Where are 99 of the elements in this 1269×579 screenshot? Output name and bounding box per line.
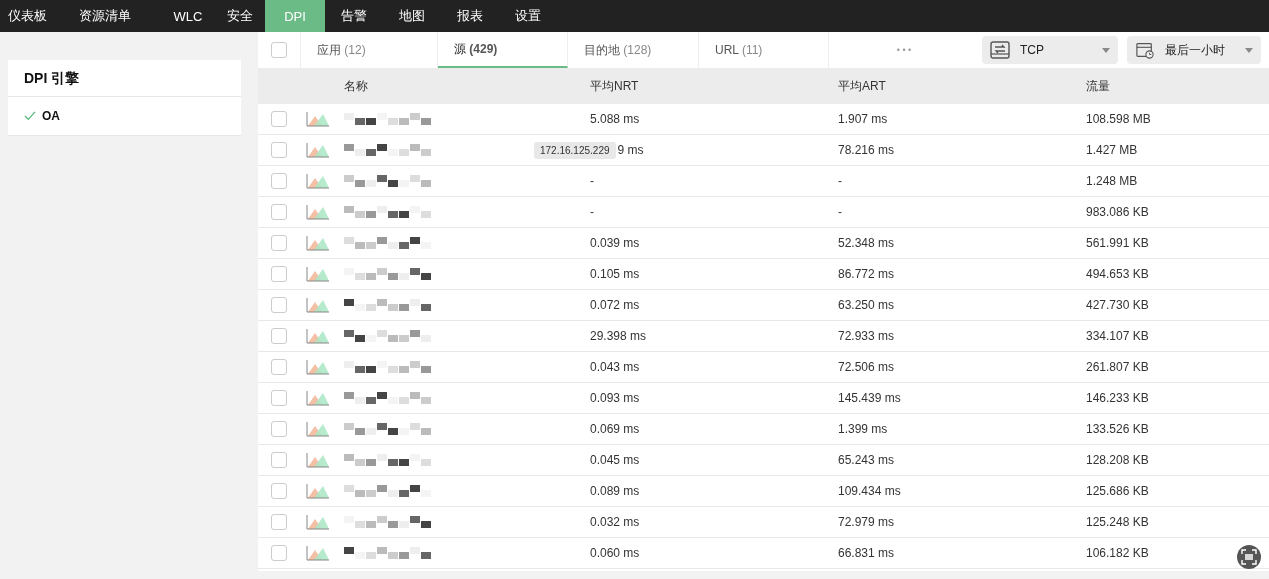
tab[interactable]: 源 (429) [438, 32, 568, 68]
address-tooltip: 172.16.125.229 [534, 141, 616, 159]
row-checkbox[interactable] [271, 514, 287, 530]
row-checkbox[interactable] [271, 297, 287, 313]
table-cell: 427.730 KB [1086, 298, 1149, 312]
table-cell: 109.434 ms [838, 484, 901, 498]
row-checkbox[interactable] [271, 266, 287, 282]
table-cell: 72.506 ms [838, 360, 895, 374]
column-header[interactable]: 平均ART [838, 78, 886, 93]
area-chart-icon [306, 483, 330, 499]
table-cell: 108.598 MB [1086, 112, 1151, 126]
table-cell: 983.086 KB [1086, 205, 1149, 219]
area-chart-icon [306, 390, 330, 406]
area-chart-icon [306, 452, 330, 468]
table-cell: 334.107 KB [1086, 329, 1149, 343]
calendar-clock-icon [1135, 41, 1155, 59]
table-cell: 125.248 KB [1086, 515, 1149, 529]
table-cell: 63.250 ms [838, 298, 895, 312]
table-cell: 0.069 ms [590, 422, 640, 436]
nav-tab[interactable]: 报表 [445, 0, 495, 32]
table-cell: 146.233 KB [1086, 391, 1149, 405]
row-checkbox[interactable] [271, 204, 287, 220]
table-cell: - [590, 174, 594, 188]
table-cell: 0.105 ms [590, 267, 640, 281]
table-cell: 0.060 ms [590, 546, 640, 560]
table-cell: 0.089 ms [590, 484, 640, 498]
area-chart-icon [306, 297, 330, 313]
nav-tab[interactable]: 地图 [387, 0, 437, 32]
table-cell: 66.831 ms [838, 546, 895, 560]
table-cell: 0.032 ms [590, 515, 640, 529]
nav-tab[interactable]: WLC [163, 0, 213, 32]
table-cell: 561.991 KB [1086, 236, 1149, 250]
table-cell: 0.072 ms [590, 298, 640, 312]
table-cell: 494.653 KB [1086, 267, 1149, 281]
nav-tab[interactable]: 告警 [329, 0, 379, 32]
table-cell: 1.399 ms [838, 422, 888, 436]
area-chart-icon [306, 204, 330, 220]
row-checkbox[interactable] [271, 142, 287, 158]
select-all-checkbox[interactable] [271, 42, 287, 58]
table-cell: 72.979 ms [838, 515, 895, 529]
nav-tab[interactable]: 设置 [503, 0, 553, 32]
table-cell: 1.248 MB [1086, 174, 1138, 188]
table-cell: - [590, 205, 594, 219]
row-checkbox[interactable] [271, 421, 287, 437]
area-chart-icon [306, 266, 330, 282]
area-chart-icon [306, 173, 330, 189]
nav-tab[interactable]: 安全 [215, 0, 265, 32]
table-cell: 0.043 ms [590, 360, 640, 374]
engine-item[interactable]: OA [8, 97, 241, 136]
table-cell: 86.772 ms [838, 267, 895, 281]
area-chart-icon [306, 235, 330, 251]
table-cell: 106.182 KB [1086, 546, 1149, 560]
table-cell: 0.093 ms [590, 391, 640, 405]
area-chart-icon [306, 142, 330, 158]
row-checkbox[interactable] [271, 545, 287, 561]
table-cell: 125.686 KB [1086, 484, 1149, 498]
table-cell: 0.039 ms [590, 236, 640, 250]
caret-icon [1102, 47, 1110, 53]
table-cell: 5.088 ms [590, 112, 640, 126]
row-checkbox[interactable] [271, 173, 287, 189]
table-cell: 1.907 ms [838, 112, 888, 126]
table-cell: 29.398 ms [590, 329, 647, 343]
area-chart-icon [306, 421, 330, 437]
row-checkbox[interactable] [271, 483, 287, 499]
row-checkbox[interactable] [271, 390, 287, 406]
table-cell: 78.216 ms [838, 143, 895, 157]
table-cell: 0.045 ms [590, 453, 640, 467]
table-cell: 72.933 ms [838, 329, 895, 343]
nav-tab[interactable]: 仪表板 [0, 0, 55, 32]
area-chart-icon [306, 111, 330, 127]
area-chart-icon [306, 514, 330, 530]
drive-icon [990, 41, 1010, 59]
row-checkbox[interactable] [271, 359, 287, 375]
nav-tab[interactable]: 资源清单 [71, 0, 139, 32]
row-checkbox[interactable] [271, 235, 287, 251]
table-cell: 128.208 KB [1086, 453, 1149, 467]
table-cell: 261.807 KB [1086, 360, 1149, 374]
table-cell: - [838, 174, 842, 188]
table-cell: - [838, 205, 842, 219]
time-range-dropdown[interactable]: 最后一小时 [1127, 36, 1261, 64]
table-cell: 9 ms [617, 142, 644, 157]
row-checkbox[interactable] [271, 328, 287, 344]
area-chart-icon [306, 545, 330, 561]
table-cell: 52.348 ms [838, 236, 895, 250]
table-cell: 133.526 KB [1086, 422, 1149, 436]
row-checkbox[interactable] [271, 452, 287, 468]
caret-icon [1245, 47, 1253, 53]
engine-label: OA [42, 109, 60, 123]
column-header[interactable]: 平均NRT [590, 78, 639, 93]
table-cell: 1.427 MB [1086, 143, 1138, 157]
protocol-dropdown[interactable]: TCP [982, 36, 1118, 64]
table-cell: 145.439 ms [838, 391, 901, 405]
column-header[interactable]: 流量 [1086, 78, 1110, 93]
area-chart-icon [306, 359, 330, 375]
table-cell: 65.243 ms [838, 453, 895, 467]
sidebar-title: DPI 引擎 [8, 60, 241, 97]
area-chart-icon [306, 328, 330, 344]
column-header[interactable]: 名称 [344, 78, 368, 93]
row-checkbox[interactable] [271, 111, 287, 127]
